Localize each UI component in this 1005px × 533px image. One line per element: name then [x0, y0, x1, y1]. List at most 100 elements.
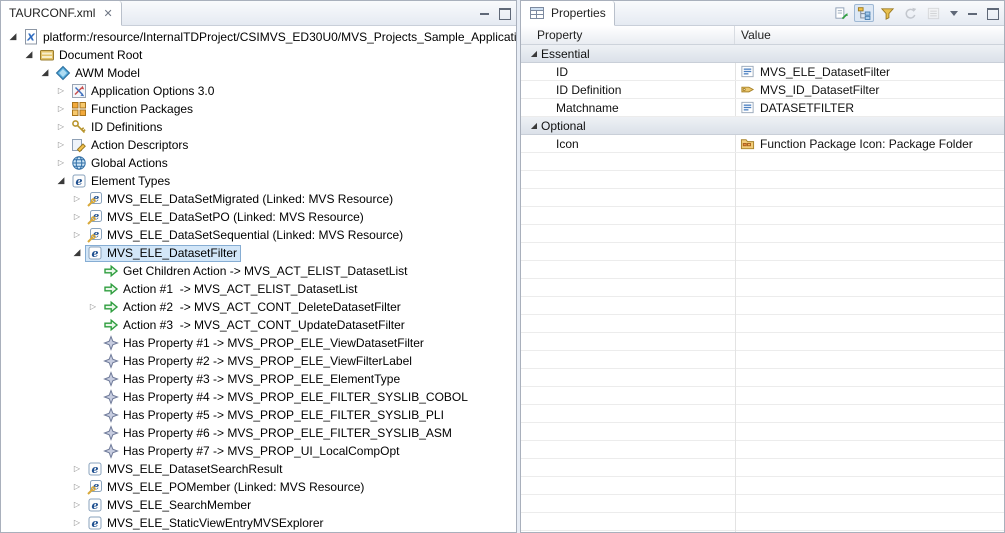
tree-item-content[interactable]: Get Children Action -> MVS_ACT_ELIST_Dat… — [101, 263, 411, 280]
category-expand-icon[interactable]: ◢ — [527, 121, 541, 130]
tree-item[interactable]: ▷eMVS_ELE_POMember (Linked: MVS Resource… — [1, 478, 516, 496]
tree-expand-icon[interactable]: ▷ — [53, 136, 69, 154]
tree-expand-icon[interactable]: ▷ — [85, 298, 101, 316]
filter-icon[interactable] — [923, 4, 943, 22]
tree-item[interactable]: Action #3 -> MVS_ACT_CONT_UpdateDatasetF… — [1, 316, 516, 334]
tree-item-content[interactable]: AWM Model — [53, 65, 144, 82]
property-value-cell[interactable]: DATASETFILTER — [735, 99, 1004, 116]
close-icon[interactable]: ✕ — [101, 7, 112, 20]
tree-item[interactable]: ▷eMVS_ELE_DataSetMigrated (Linked: MVS R… — [1, 190, 516, 208]
tree-item[interactable]: ▷eMVS_ELE_DataSetPO (Linked: MVS Resourc… — [1, 208, 516, 226]
tree-item[interactable]: ▷eMVS_ELE_SearchMember — [1, 496, 516, 514]
pin-to-selection-icon[interactable] — [831, 4, 851, 22]
tree-expand-icon[interactable]: ▷ — [53, 100, 69, 118]
tree-expand-icon[interactable]: ◢ — [21, 46, 37, 64]
tree-item[interactable]: Has Property #6 -> MVS_PROP_ELE_FILTER_S… — [1, 424, 516, 442]
tree-item-content[interactable]: Function Packages — [69, 101, 197, 118]
tree-item[interactable]: ▷eMVS_ELE_DatasetSearchResult — [1, 460, 516, 478]
tree-item[interactable]: ▷ID Definitions — [1, 118, 516, 136]
tree-item-content[interactable]: Has Property #6 -> MVS_PROP_ELE_FILTER_S… — [101, 425, 456, 442]
tree-item[interactable]: ◢AWM Model — [1, 64, 516, 82]
restore-default-value-icon[interactable] — [900, 4, 920, 22]
tree-expand-icon[interactable]: ▷ — [69, 208, 85, 226]
tree-item-content[interactable]: Has Property #1 -> MVS_PROP_ELE_ViewData… — [101, 335, 428, 352]
tree-item-content[interactable]: Has Property #7 -> MVS_PROP_UI_LocalComp… — [101, 443, 403, 460]
tree-expand-icon[interactable]: ◢ — [5, 28, 21, 46]
tree-expand-icon[interactable]: ◢ — [69, 244, 85, 262]
tree-expand-icon[interactable]: ▷ — [69, 190, 85, 208]
tree-item-content[interactable]: eMVS_ELE_DataSetSequential (Linked: MVS … — [85, 227, 407, 244]
tree-item-content[interactable]: ID Definitions — [69, 119, 166, 136]
tree-item[interactable]: Has Property #5 -> MVS_PROP_ELE_FILTER_S… — [1, 406, 516, 424]
tree-expand-icon[interactable]: ▷ — [69, 514, 85, 532]
property-row[interactable]: ID DefinitionMVS_ID_DatasetFilter — [521, 81, 1004, 99]
tree-item[interactable]: ▷Application Options 3.0 — [1, 82, 516, 100]
editor-tab-taurconf[interactable]: TAURCONF.xml ✕ — [1, 1, 122, 26]
tree-expand-icon[interactable]: ▷ — [53, 154, 69, 172]
minimize-icon[interactable] — [477, 5, 493, 21]
tree-item-selected[interactable]: eMVS_ELE_DatasetFilter — [85, 245, 241, 262]
column-header-property[interactable]: Property — [521, 26, 735, 44]
property-value-cell[interactable]: Function Package Icon: Package Folder — [735, 135, 1004, 152]
tree-item-content[interactable]: eElement Types — [69, 173, 174, 190]
tree-item-content[interactable]: eMVS_ELE_StaticViewEntryMVSExplorer — [85, 515, 328, 532]
tree-item-content[interactable]: Action #3 -> MVS_ACT_CONT_UpdateDatasetF… — [101, 317, 409, 334]
tree-item-content[interactable]: eMVS_ELE_DataSetPO (Linked: MVS Resource… — [85, 209, 368, 226]
tree-item-content[interactable]: Action Descriptors — [69, 137, 192, 154]
tree-item-content[interactable]: eMVS_ELE_DatasetSearchResult — [85, 461, 286, 478]
tree-item[interactable]: Has Property #3 -> MVS_PROP_ELE_ElementT… — [1, 370, 516, 388]
tree-expand-icon[interactable]: ▷ — [53, 82, 69, 100]
tree-item[interactable]: ◢Document Root — [1, 46, 516, 64]
tree-item[interactable]: Has Property #2 -> MVS_PROP_ELE_ViewFilt… — [1, 352, 516, 370]
tree-expand-icon[interactable]: ▷ — [53, 118, 69, 136]
tree-expand-icon[interactable]: ◢ — [53, 172, 69, 190]
tree-item-content[interactable]: eMVS_ELE_POMember (Linked: MVS Resource) — [85, 479, 368, 496]
tree-expand-icon[interactable]: ▷ — [69, 226, 85, 244]
column-header-value[interactable]: Value — [735, 26, 1004, 44]
tree-item[interactable]: ◢eElement Types — [1, 172, 516, 190]
tree-item-content[interactable]: Has Property #4 -> MVS_PROP_ELE_FILTER_S… — [101, 389, 472, 406]
tree-item[interactable]: ▷eMVS_ELE_DataSetSequential (Linked: MVS… — [1, 226, 516, 244]
tree-item[interactable]: ▷Action Descriptors — [1, 136, 516, 154]
tree-item-content[interactable]: Global Actions — [69, 155, 172, 172]
show-categories-icon[interactable] — [854, 4, 874, 22]
tree-item[interactable]: Has Property #7 -> MVS_PROP_UI_LocalComp… — [1, 442, 516, 460]
tree-item-content[interactable]: Has Property #2 -> MVS_PROP_ELE_ViewFilt… — [101, 353, 416, 370]
tree-item-content[interactable]: Document Root — [37, 47, 146, 64]
minimize-icon[interactable] — [965, 5, 981, 21]
property-category-row[interactable]: ◢Essential — [521, 45, 1004, 63]
tree-item[interactable]: ▷eMVS_ELE_StaticViewEntryMVSExplorer — [1, 514, 516, 532]
tree-expand-icon[interactable]: ▷ — [69, 496, 85, 514]
property-row[interactable]: IconFunction Package Icon: Package Folde… — [521, 135, 1004, 153]
tree-item[interactable]: ▷Function Packages — [1, 100, 516, 118]
maximize-icon[interactable] — [984, 5, 1000, 21]
tree-item-content[interactable]: Application Options 3.0 — [69, 83, 218, 100]
show-advanced-properties-icon[interactable] — [877, 4, 897, 22]
property-row[interactable]: IDMVS_ELE_DatasetFilter — [521, 63, 1004, 81]
tree-item[interactable]: ◢Xplatform:/resource/InternalTDProject/C… — [1, 28, 516, 46]
tree-expand-icon[interactable]: ▷ — [69, 460, 85, 478]
property-row[interactable]: MatchnameDATASETFILTER — [521, 99, 1004, 117]
tree-expand-icon[interactable]: ▷ — [69, 478, 85, 496]
tree-item[interactable]: ◢eMVS_ELE_DatasetFilter — [1, 244, 516, 262]
tree-item-content[interactable]: Xplatform:/resource/InternalTDProject/CS… — [21, 29, 516, 46]
tree-item[interactable]: Action #1 -> MVS_ACT_ELIST_DatasetList — [1, 280, 516, 298]
category-expand-icon[interactable]: ◢ — [527, 49, 541, 58]
tree-item[interactable]: ▷Action #2 -> MVS_ACT_CONT_DeleteDataset… — [1, 298, 516, 316]
tree-item[interactable]: Has Property #4 -> MVS_PROP_ELE_FILTER_S… — [1, 388, 516, 406]
property-value-cell[interactable]: MVS_ID_DatasetFilter — [735, 81, 1004, 98]
properties-tab[interactable]: Properties — [521, 1, 615, 26]
tree-item[interactable]: Has Property #1 -> MVS_PROP_ELE_ViewData… — [1, 334, 516, 352]
tree-item[interactable]: ▷Global Actions — [1, 154, 516, 172]
maximize-icon[interactable] — [496, 5, 512, 21]
view-menu-icon[interactable] — [946, 5, 962, 21]
property-value-cell[interactable]: MVS_ELE_DatasetFilter — [735, 63, 1004, 80]
tree-item-content[interactable]: Action #1 -> MVS_ACT_ELIST_DatasetList — [101, 281, 361, 298]
tree-item-content[interactable]: Action #2 -> MVS_ACT_CONT_DeleteDatasetF… — [101, 299, 405, 316]
tree-item-content[interactable]: Has Property #5 -> MVS_PROP_ELE_FILTER_S… — [101, 407, 448, 424]
property-category-row[interactable]: ◢Optional — [521, 117, 1004, 135]
tree-item[interactable]: Get Children Action -> MVS_ACT_ELIST_Dat… — [1, 262, 516, 280]
tree-item-content[interactable]: eMVS_ELE_DataSetMigrated (Linked: MVS Re… — [85, 191, 397, 208]
tree-item-content[interactable]: Has Property #3 -> MVS_PROP_ELE_ElementT… — [101, 371, 404, 388]
tree-item-content[interactable]: eMVS_ELE_SearchMember — [85, 497, 255, 514]
